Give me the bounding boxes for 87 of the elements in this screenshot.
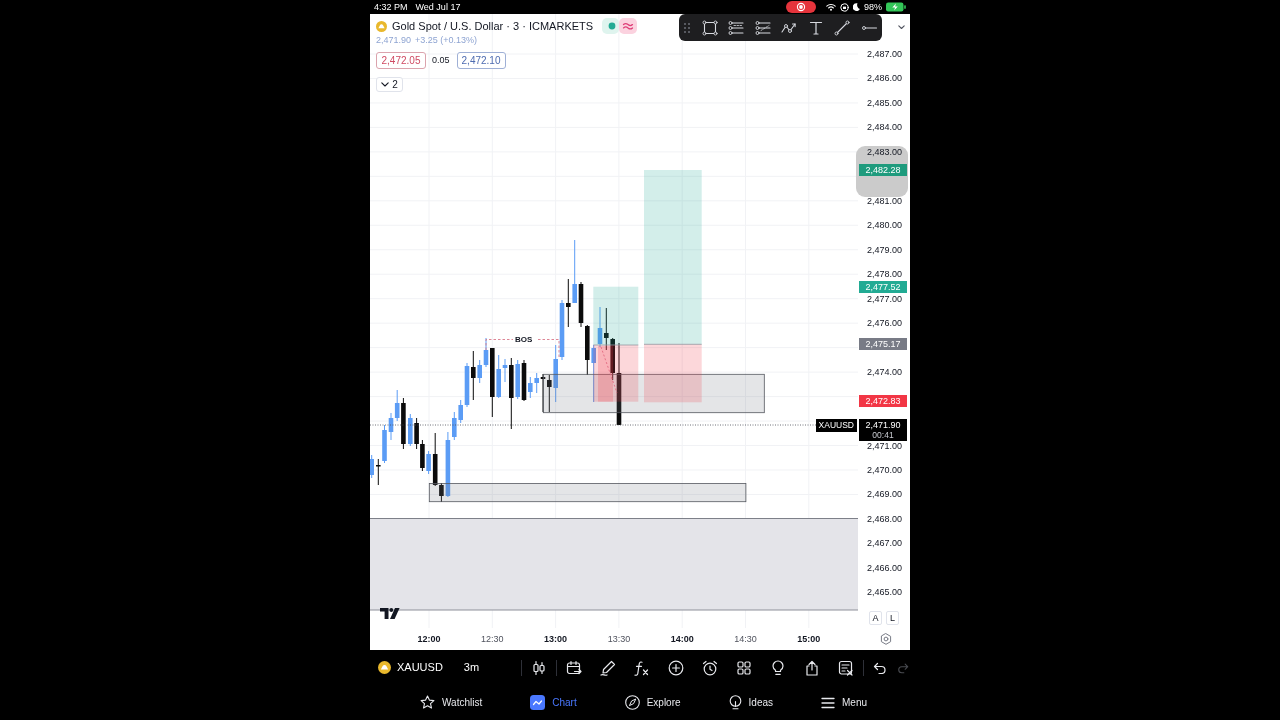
star-icon	[420, 695, 435, 710]
time-axis-label: 14:30	[734, 633, 757, 645]
time-axis-label: 13:30	[607, 633, 631, 645]
wifi-icon	[826, 3, 836, 11]
nav-tab[interactable]: Watchlist	[420, 695, 483, 710]
alarm-icon[interactable]	[702, 659, 718, 676]
nav-tab[interactable]: Ideas	[728, 695, 774, 710]
rotation-lock-icon	[840, 2, 849, 12]
nav-tab[interactable]: Explore	[624, 695, 681, 710]
price-badge: 2,482.28	[859, 164, 907, 176]
price-axis-label: 2,484.00	[866, 121, 902, 134]
indicators-toggle[interactable]: 2	[376, 77, 403, 92]
current-price: 2,471.90	[865, 420, 901, 430]
price-axis-label: 2,483.00	[866, 145, 902, 158]
candles-icon[interactable]	[531, 659, 547, 676]
recording-icon	[786, 1, 816, 13]
lightbulb-icon[interactable]	[770, 659, 786, 676]
time-axis-label: 13:00	[544, 633, 568, 645]
moon-icon	[853, 3, 860, 11]
price-axis-label: 2,469.00	[866, 488, 902, 501]
trend-line-icon[interactable]	[834, 19, 850, 36]
last-price: 2,471.90	[376, 36, 412, 45]
parallel-lines-icon[interactable]	[728, 19, 744, 36]
nav-tab[interactable]: Chart	[530, 695, 577, 710]
bar-countdown: 00:41	[872, 430, 894, 440]
undo-icon[interactable]	[872, 661, 887, 674]
price-axis-label: 2,477.00	[866, 292, 902, 305]
time-axis-label: 12:30	[481, 633, 504, 645]
price-axis-label: 2,480.00	[866, 219, 902, 232]
add-circle-icon[interactable]	[668, 659, 684, 676]
bos-label: BOS	[515, 335, 533, 345]
chevron-down-icon	[381, 82, 390, 87]
time-axis-label: 15:00	[797, 633, 821, 645]
logo-icon	[380, 608, 400, 619]
status-time: 4:32 PM	[374, 2, 408, 12]
nav-tab[interactable]: Menu	[821, 696, 868, 709]
symbol-price-label: XAUUSD	[815, 419, 857, 432]
symbol-logo-icon	[376, 20, 387, 32]
text-tool-icon[interactable]	[807, 19, 824, 36]
parallel-lines-icon[interactable]	[754, 19, 771, 36]
battery-percent: 98%	[864, 2, 882, 12]
price-axis-label: 2,468.00	[866, 512, 902, 525]
compass-icon	[624, 695, 640, 710]
share-icon[interactable]	[804, 659, 820, 676]
scale-mode-button[interactable]: L	[886, 611, 899, 625]
grid-icon[interactable]	[736, 659, 752, 676]
price-axis-label: 2,486.00	[866, 72, 902, 85]
toolbar-interval[interactable]: 3m	[463, 662, 480, 673]
time-axis-label: 12:00	[417, 633, 441, 645]
scale-mode-button[interactable]: A	[869, 611, 882, 625]
symbol-title: Gold Spot / U.S. Dollar · 3 · ICMARKETS	[392, 20, 594, 32]
symbol-logo-icon[interactable]	[378, 661, 391, 674]
price-axis-label: 2,467.00	[866, 537, 902, 550]
function-icon[interactable]	[634, 659, 650, 676]
price-axis-label: 2,470.00	[866, 464, 902, 476]
status-date: Wed Jul 17	[415, 2, 461, 12]
calendar-icon[interactable]	[566, 659, 582, 676]
price-axis-label: 2,474.00	[866, 366, 902, 379]
notes-clear-icon[interactable]	[838, 659, 854, 676]
price-axis-label: 2,481.00	[866, 194, 902, 207]
price-axis-label: 2,465.00	[866, 586, 902, 599]
price-badge: 2,472.83	[859, 395, 907, 407]
settings-icon[interactable]	[880, 633, 892, 645]
buy-price-button[interactable]: 2,472.10	[456, 52, 506, 69]
wave-icon	[619, 18, 638, 34]
drag-handle-icon[interactable]	[683, 21, 691, 34]
price-axis-label: 2,479.00	[866, 243, 902, 256]
price-axis-label: 2,478.00	[866, 268, 902, 281]
price-badge: 2,475.17	[859, 338, 907, 350]
sell-price-button[interactable]: 2,472.05	[376, 52, 426, 69]
price-axis-label: 2,466.00	[866, 561, 902, 574]
price-axis-label: 2,476.00	[866, 317, 902, 330]
battery-icon	[886, 2, 906, 12]
lightbulb-icon	[728, 695, 742, 710]
price-axis-label: 2,471.00	[866, 439, 902, 452]
spread-value: 0.05	[432, 56, 450, 65]
price-badge: 2,477.52	[859, 281, 907, 293]
price-axis-label: 2,487.00	[866, 48, 902, 60]
chart-icon	[530, 695, 546, 710]
rectangle-icon[interactable]	[701, 19, 718, 36]
chevron-down-icon[interactable]	[898, 25, 905, 30]
time-axis-label: 14:00	[670, 633, 694, 645]
price-axis-label: 2,485.00	[866, 96, 902, 109]
price-change: +3.25 (+0.13%)	[415, 36, 478, 45]
menu-icon	[821, 696, 836, 709]
pen-icon[interactable]	[600, 659, 616, 676]
toolbar-symbol[interactable]: XAUUSD	[397, 662, 443, 673]
